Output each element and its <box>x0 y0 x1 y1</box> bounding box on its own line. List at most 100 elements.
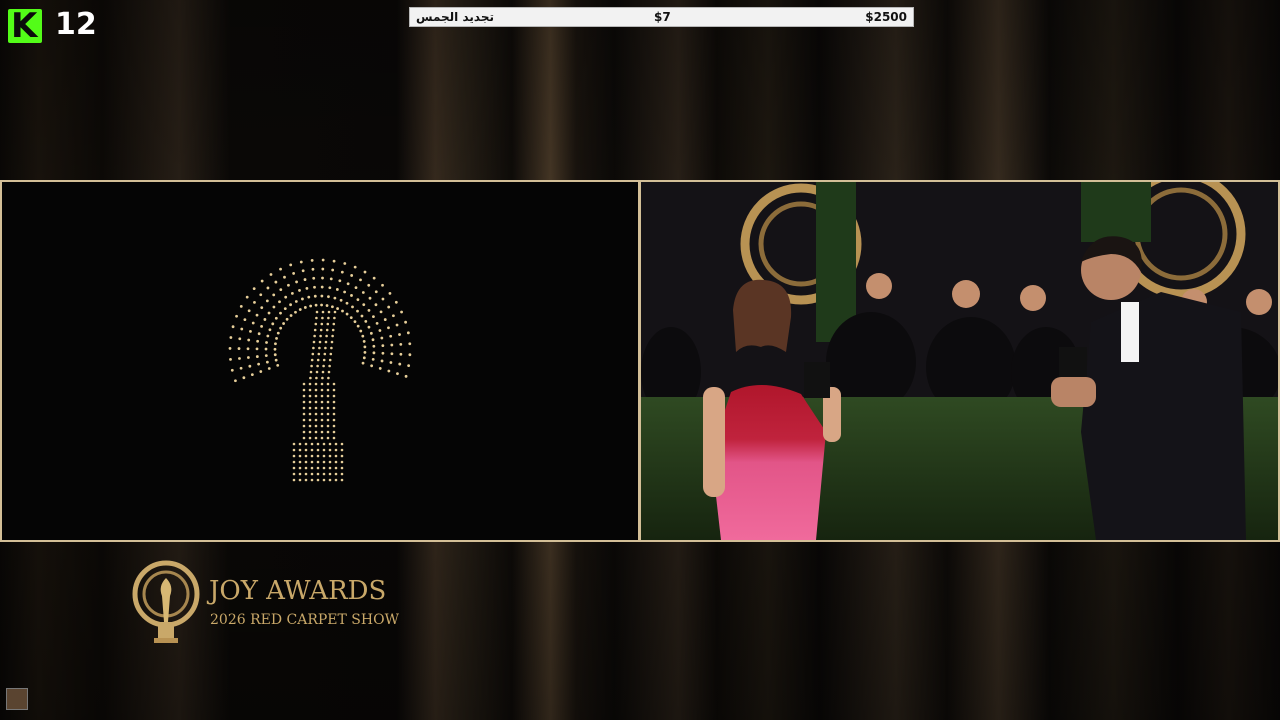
drone-light <box>315 316 318 320</box>
drone-light <box>272 305 276 309</box>
drone-light <box>334 478 338 482</box>
drone-light <box>235 314 238 318</box>
drone-light <box>328 442 332 446</box>
drone-light <box>332 418 336 422</box>
drone-light <box>320 400 324 404</box>
drone-light <box>326 406 330 410</box>
drone-light <box>309 370 313 374</box>
drone-light <box>301 269 305 273</box>
ticker-price: $7 <box>654 10 671 24</box>
drone-light <box>298 289 301 292</box>
drone-light <box>350 274 354 277</box>
drone-light <box>400 310 403 314</box>
drone-light <box>327 376 330 380</box>
streamer-avatar-icon[interactable] <box>6 688 28 710</box>
drone-light <box>321 316 324 320</box>
drone-light <box>231 325 235 329</box>
drone-light <box>340 466 344 470</box>
drone-light <box>362 303 366 307</box>
drone-light <box>302 430 306 434</box>
drone-light <box>249 329 252 333</box>
drone-light <box>308 424 312 428</box>
drone-light <box>408 342 412 346</box>
drone-light <box>289 314 293 317</box>
drone-light <box>265 299 269 303</box>
drone-light <box>294 310 297 314</box>
drone-light <box>308 436 312 440</box>
drone-light <box>321 376 324 380</box>
drone-light <box>314 400 318 404</box>
drone-light <box>248 364 252 368</box>
drone-light <box>371 338 375 342</box>
drone-light <box>363 270 367 274</box>
drone-light <box>331 334 334 338</box>
drone-light <box>370 364 374 368</box>
drone-light <box>332 259 336 263</box>
drone-light <box>289 263 293 267</box>
drone-light <box>331 305 334 309</box>
drone-light <box>406 331 410 335</box>
drone-light <box>364 319 368 323</box>
drone-light <box>285 317 289 321</box>
drone-light <box>313 294 317 298</box>
drone-light <box>274 280 278 284</box>
drone-light <box>310 442 314 446</box>
drone-light <box>302 406 306 410</box>
drone-light <box>361 334 365 338</box>
interview-scene <box>641 182 1278 540</box>
drone-light <box>298 442 302 446</box>
drone-light <box>255 347 259 351</box>
drone-light <box>310 460 314 464</box>
drone-light <box>253 300 256 304</box>
drone-light <box>263 318 267 321</box>
drone-light <box>310 478 314 482</box>
drone-light <box>340 472 344 476</box>
drone-light <box>292 472 296 476</box>
drone-light <box>363 345 367 349</box>
drone-light <box>398 362 402 366</box>
drone-light <box>314 406 318 410</box>
kick-logo-icon[interactable]: K <box>8 9 42 43</box>
drone-light <box>368 296 372 300</box>
drone-light <box>308 382 312 386</box>
drone-light <box>290 291 294 295</box>
drone-light <box>319 328 323 332</box>
drone-light <box>325 328 329 332</box>
drone-light <box>328 364 331 368</box>
drone-light <box>334 472 338 476</box>
drone-light <box>322 460 326 464</box>
drone-light <box>310 472 314 476</box>
drone-light <box>252 287 256 291</box>
drone-light <box>332 388 336 392</box>
drone-light <box>321 370 325 374</box>
drone-light <box>333 296 337 300</box>
event-subtitle: 2026 RED CARPET SHOW <box>210 612 399 628</box>
drone-light <box>302 436 306 440</box>
drone-light <box>404 320 407 324</box>
drone-light <box>250 373 254 377</box>
drone-light <box>259 293 263 297</box>
drone-light <box>324 340 328 344</box>
drone-light <box>314 424 318 428</box>
drone-light <box>326 430 330 434</box>
drone-light <box>292 272 296 275</box>
drone-light <box>247 338 251 342</box>
drone-light <box>292 442 296 446</box>
drone-light <box>399 352 403 356</box>
drone-light <box>315 376 318 380</box>
drone-light <box>301 297 304 301</box>
drone-light <box>340 478 344 482</box>
drone-light <box>388 291 392 295</box>
drone-light <box>279 288 283 292</box>
drone-light <box>316 478 320 482</box>
drone-light <box>328 358 332 362</box>
drone-light <box>332 430 336 434</box>
drone-light <box>343 290 347 294</box>
drone-light <box>273 353 277 357</box>
drone-light <box>308 418 312 422</box>
drone-light <box>279 267 282 271</box>
drone-light <box>320 303 323 307</box>
drone-light <box>316 466 320 470</box>
drone-light <box>255 355 259 358</box>
drone-light <box>318 346 321 350</box>
